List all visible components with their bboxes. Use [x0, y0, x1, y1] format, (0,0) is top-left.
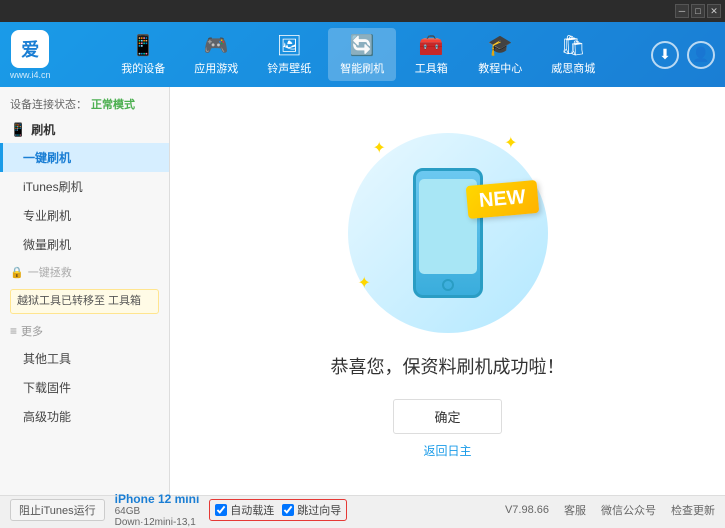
nav-item-toolbox[interactable]: 🧰 工具箱 — [401, 28, 461, 81]
back-today-link[interactable]: 返回日主 — [423, 442, 471, 459]
download-button[interactable]: ⬇ — [651, 41, 679, 69]
user-button[interactable]: 👤 — [687, 41, 715, 69]
sparkle-icon-2: ✦ — [504, 133, 517, 153]
content-area: ✦ ✦ ✦ NEW 恭喜您，保资料刷机成功啦！ 确定 返回日主 — [170, 87, 725, 495]
pro-flash-label: 专业刷机 — [23, 209, 71, 223]
toolbox-icon: 🧰 — [419, 33, 444, 58]
one-click-rescue-label: 一键拯救 — [28, 264, 72, 280]
nav-item-my-device[interactable]: 📱 我的设备 — [109, 28, 177, 81]
sidebar-item-itunes-flash[interactable]: iTunes刷机 — [0, 172, 169, 201]
device-status-bar: 设备连接状态： 正常模式 — [0, 92, 169, 116]
itunes-flash-label: iTunes刷机 — [23, 180, 83, 194]
save-flash-label: 微量刷机 — [23, 238, 71, 252]
flash-section-label: 刷机 — [31, 121, 55, 138]
skip-wizard-input[interactable] — [282, 504, 294, 516]
skip-wizard-checkbox[interactable]: 跳过向导 — [282, 502, 341, 518]
logo-char: 爱 — [21, 36, 39, 62]
bottom-left-actions: 阻止iTunes运行 — [10, 499, 105, 521]
logo-subtext: www.i4.cn — [10, 70, 51, 80]
mall-label: 威思商城 — [551, 60, 595, 76]
tutorial-label: 教程中心 — [478, 60, 522, 76]
tutorial-icon: 🎓 — [488, 33, 513, 58]
sidebar-item-one-click-flash[interactable]: 一键刷机 — [0, 143, 169, 172]
customer-service-link[interactable]: 客服 — [564, 502, 586, 518]
sidebar-item-download-firmware[interactable]: 下载固件 — [0, 373, 169, 402]
toolbox-label: 工具箱 — [415, 60, 448, 76]
sidebar-section-flash: 📱 刷机 — [0, 116, 169, 143]
nav-right-buttons: ⬇ 👤 — [651, 41, 715, 69]
sidebar-section-more: 更多 — [0, 318, 169, 344]
main-layout: 设备连接状态： 正常模式 📱 刷机 一键刷机 iTunes刷机 专业刷机 微量刷… — [0, 87, 725, 495]
maximize-button[interactable]: □ — [691, 4, 705, 18]
sparkle-icon-1: ✦ — [373, 138, 386, 158]
version-text: V7.98.66 — [505, 504, 549, 516]
nav-bar: 爱 www.i4.cn 📱 我的设备 🎮 应用游戏 🖼 铃声壁纸 🔄 智能刷机 … — [0, 22, 725, 87]
advanced-label: 高级功能 — [23, 410, 71, 424]
device-model: Down·12mini-13,1 — [115, 517, 200, 528]
auto-connect-label: 自动载连 — [230, 502, 274, 518]
new-badge: NEW — [466, 180, 539, 219]
mall-icon: 🛍 — [561, 33, 586, 58]
smart-flash-label: 智能刷机 — [340, 60, 384, 76]
apps-games-icon: 🎮 — [204, 33, 229, 58]
nav-item-tutorial[interactable]: 🎓 教程中心 — [466, 28, 534, 81]
title-bar: ─ □ ✕ — [0, 0, 725, 22]
nav-item-apps-games[interactable]: 🎮 应用游戏 — [182, 28, 250, 81]
flash-section-icon: 📱 — [10, 122, 26, 138]
device-storage: 64GB — [115, 506, 200, 517]
more-section-label: 更多 — [21, 323, 43, 339]
one-click-flash-label: 一键刷机 — [23, 151, 71, 165]
nav-item-smart-flash[interactable]: 🔄 智能刷机 — [328, 28, 396, 81]
info-box-text: 越狱工具已转移至 工具箱 — [17, 295, 141, 307]
device-section: iPhone 12 mini 64GB Down·12mini-13,1 — [115, 492, 200, 528]
smart-flash-icon: 🔄 — [350, 33, 375, 58]
bottom-right: V7.98.66 客服 微信公众号 检查更新 — [505, 502, 715, 518]
logo-icon: 爱 — [11, 30, 49, 68]
sidebar-item-pro-flash[interactable]: 专业刷机 — [0, 201, 169, 230]
bottom-bar: 阻止iTunes运行 iPhone 12 mini 64GB Down·12mi… — [0, 495, 725, 523]
sidebar-item-one-click-rescue-disabled: 🔒 一键拯救 — [0, 259, 169, 285]
success-message: 恭喜您，保资料刷机成功啦！ — [331, 353, 565, 379]
logo: 爱 www.i4.cn — [10, 30, 51, 80]
sidebar-item-advanced[interactable]: 高级功能 — [0, 402, 169, 431]
download-firmware-label: 下载固件 — [23, 381, 71, 395]
my-device-icon: 📱 — [131, 33, 156, 58]
other-tools-label: 其他工具 — [23, 352, 71, 366]
ringtone-icon: 🖼 — [277, 33, 302, 58]
my-device-label: 我的设备 — [121, 60, 165, 76]
phone-illustration: ✦ ✦ ✦ NEW — [348, 123, 548, 343]
close-button[interactable]: ✕ — [707, 4, 721, 18]
nav-item-mall[interactable]: 🛍 威思商城 — [539, 28, 607, 81]
sparkle-icon-3: ✦ — [358, 273, 371, 293]
status-value: 正常模式 — [91, 96, 135, 112]
sidebar-item-save-flash[interactable]: 微量刷机 — [0, 230, 169, 259]
checkbox-outline-box: 自动载连 跳过向导 — [209, 499, 347, 521]
nav-item-ringtone[interactable]: 🖼 铃声壁纸 — [255, 28, 323, 81]
lock-icon: 🔒 — [10, 266, 24, 279]
phone-home-button — [442, 279, 454, 291]
auto-connect-input[interactable] — [215, 504, 227, 516]
window-controls: ─ □ ✕ — [675, 4, 721, 18]
sidebar: 设备连接状态： 正常模式 📱 刷机 一键刷机 iTunes刷机 专业刷机 微量刷… — [0, 87, 170, 495]
wechat-public-link[interactable]: 微信公众号 — [601, 502, 656, 518]
status-label: 设备连接状态： — [10, 96, 87, 112]
skip-wizard-label: 跳过向导 — [297, 502, 341, 518]
auto-connect-checkbox[interactable]: 自动载连 — [215, 502, 274, 518]
minimize-button[interactable]: ─ — [675, 4, 689, 18]
sidebar-item-other-tools[interactable]: 其他工具 — [0, 344, 169, 373]
confirm-button[interactable]: 确定 — [393, 399, 501, 434]
check-update-link[interactable]: 检查更新 — [671, 502, 715, 518]
stop-itunes-button[interactable]: 阻止iTunes运行 — [10, 499, 105, 521]
ringtone-label: 铃声壁纸 — [267, 60, 311, 76]
sidebar-info-box: 越狱工具已转移至 工具箱 — [10, 289, 159, 314]
apps-games-label: 应用游戏 — [194, 60, 238, 76]
nav-items: 📱 我的设备 🎮 应用游戏 🖼 铃声壁纸 🔄 智能刷机 🧰 工具箱 🎓 教程中心… — [66, 28, 651, 81]
